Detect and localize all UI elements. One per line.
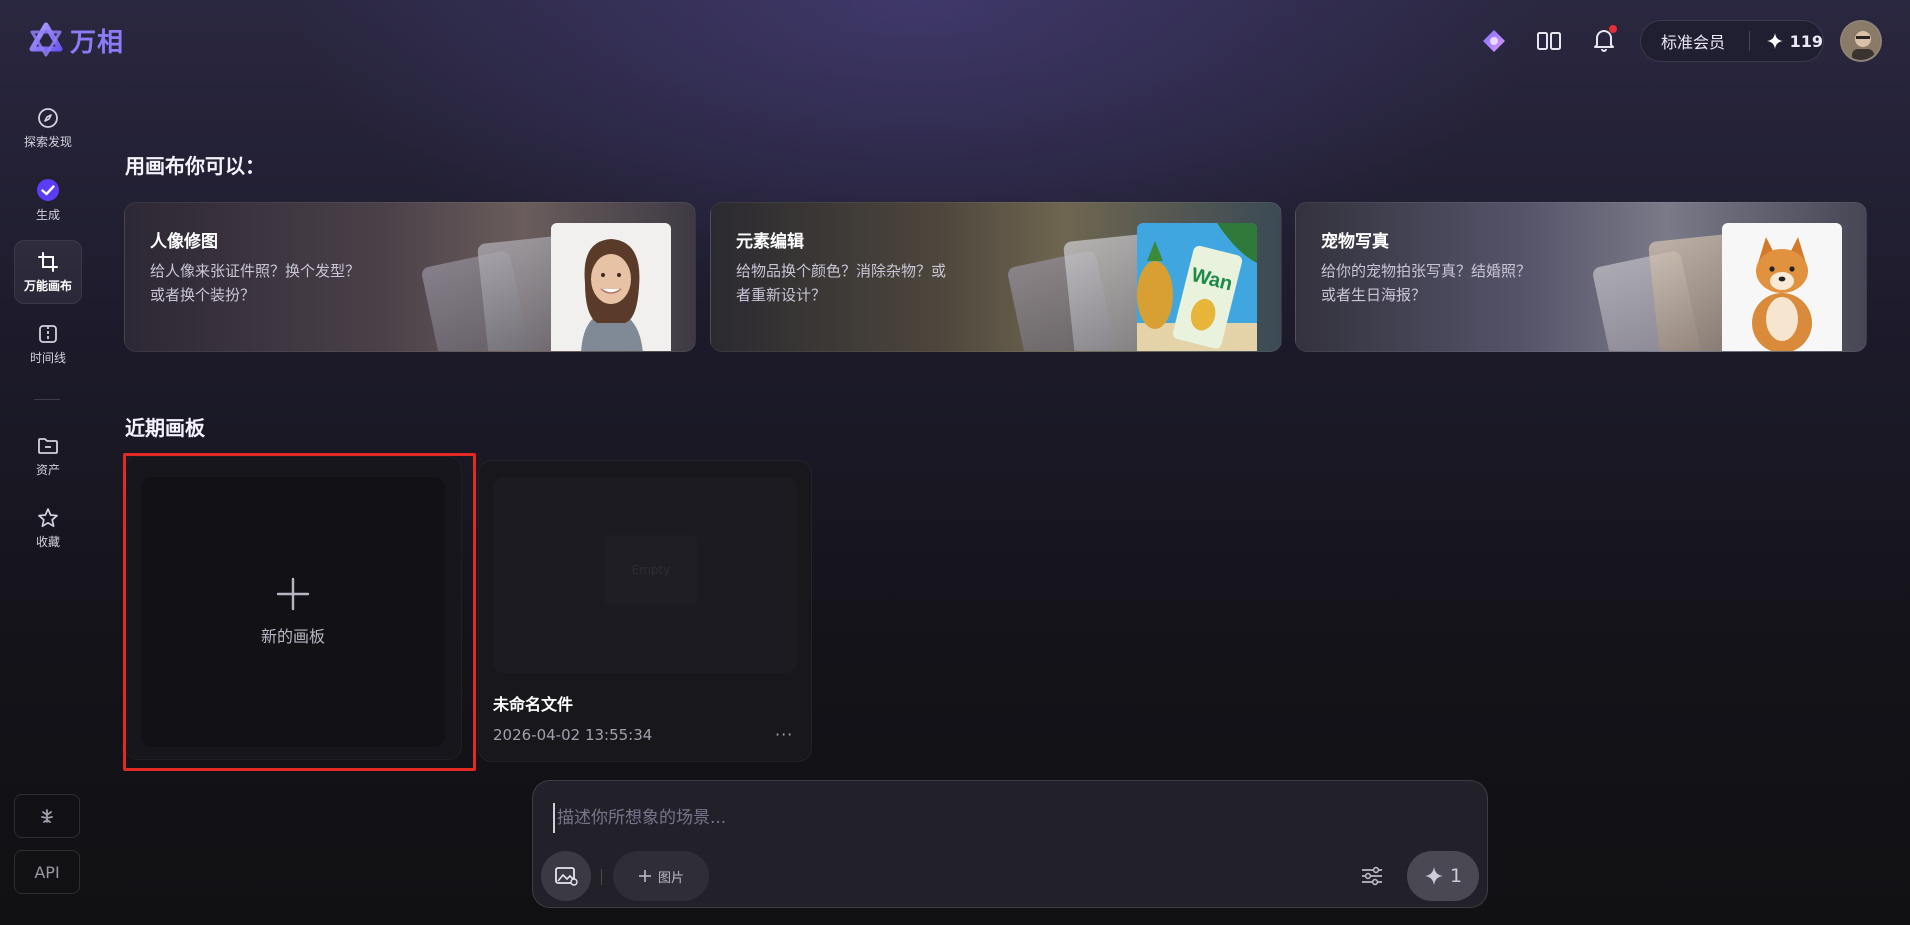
sidebar-item-label: 探索发现 [23,134,72,149]
app-name: 万相 [70,27,125,58]
points-count: 119 [1789,31,1823,51]
app-switch-button[interactable] [1477,24,1511,58]
sidebar-item-label: 万能画布 [23,278,72,293]
more-options-button[interactable]: ··· [775,725,793,744]
feature-card-desc-line: 或者换个装扮？ [150,286,256,304]
sidebar-divider [34,399,60,400]
feature-card-desc-line: 给物品换个颜色？消除杂物？或 [736,262,947,280]
feature-card-pet-portrait[interactable]: 宠物写真 给你的宠物拍张写真？结婚照？ 或者生日海报？ [1295,202,1867,352]
feature-card-desc: 给人像来张证件照？换个发型？ 或者换个装扮？ [150,259,390,307]
feature-card-title: 人像修图 [150,232,218,252]
add-image-label: 图片 [657,870,684,886]
generation-settings-button[interactable] [1359,863,1385,889]
board-thumbnail: Empty [493,477,797,673]
membership-badge[interactable]: 标准会员 119 [1640,20,1824,62]
user-avatar[interactable] [1840,20,1882,62]
prompt-box: 图片 1 [532,780,1488,908]
empty-folder-icon: Empty [605,535,697,605]
feature-card-desc-line: 或者生日海报？ [1321,286,1427,304]
sidebar-item-generate[interactable]: 生成 [14,168,82,232]
lobster-icon [41,809,53,823]
timeline-icon [39,324,57,343]
feature-card-desc-line: 给你的宠物拍张写真？结婚照？ [1321,262,1532,280]
plus-icon [638,870,651,882]
feature-card-portrait[interactable]: 人像修图 给人像来张证件照？换个发型？ 或者换个装扮？ [124,202,696,352]
feature-card-title: 元素编辑 [736,232,804,252]
sidebar-item-explore[interactable]: 探索发现 [14,96,82,160]
selection-highlight [123,453,476,771]
board-file-card[interactable]: Empty 未命名文件 2026-04-02 13:55:34 ··· [478,460,812,762]
sidebar-item-label: 收藏 [35,534,60,549]
portrait-photo [551,223,671,351]
add-image-button[interactable]: 图片 [613,851,709,901]
recent-boards-heading: 近期画板 [125,416,205,440]
image-edit-icon [555,867,578,886]
board-file-date: 2026-04-02 13:55:34 [493,726,653,744]
product-photo: Wan [1137,223,1257,351]
sidebar-item-label: 资产 [35,462,60,477]
canvas-icon [38,251,58,272]
membership-label: 标准会员 [1661,33,1726,52]
app-logo[interactable]: 万相 [28,22,124,58]
lobster-button[interactable] [14,794,80,838]
star-icon [38,507,58,527]
feature-card-element-edit[interactable]: Wan 元素编辑 给物品换个颜色？消除杂物？或 者重新设计？ [710,202,1282,352]
sidebar-item-timeline[interactable]: 时间线 [14,312,82,376]
compass-icon [38,107,58,128]
layout-button[interactable] [1532,24,1566,58]
api-button[interactable]: API [14,850,80,894]
logo-icon [29,22,63,57]
sidebar-item-label: 时间线 [29,350,66,365]
pet-photo [1722,223,1842,351]
notification-dot [1609,25,1617,33]
sliders-icon [1362,866,1382,886]
layout-icon [1537,32,1561,50]
notifications-button[interactable] [1587,23,1621,57]
sidebar-item-canvas[interactable]: 万能画布 [14,240,82,304]
sparkle-icon [1424,867,1443,885]
api-label: API [34,862,60,882]
feature-card-desc-line: 给人像来张证件照？换个发型？ [150,262,361,280]
sparkle-icon [1766,33,1783,49]
folder-icon [38,437,58,454]
prompt-input[interactable] [553,803,1439,833]
generate-cost: 1 [1449,865,1463,887]
image-reference-button[interactable] [541,851,591,901]
feature-card-desc: 给物品换个颜色？消除杂物？或 者重新设计？ [736,259,976,307]
prompt-divider [601,869,602,885]
sidebar-item-label: 生成 [35,207,60,222]
sidebar-item-assets[interactable]: 资产 [14,424,82,488]
app-switch-icon [1483,30,1505,52]
feature-card-title: 宠物写真 [1321,232,1389,252]
empty-thumb-text: Empty [631,563,671,577]
check-circle-icon [37,178,59,201]
generate-button[interactable]: 1 [1407,851,1479,901]
feature-card-desc-line: 者重新设计？ [736,286,827,304]
sidebar-item-favorites[interactable]: 收藏 [14,496,82,560]
board-file-name: 未命名文件 [493,695,574,714]
feature-card-desc: 给你的宠物拍张写真？结婚照？ 或者生日海报？ [1321,259,1561,307]
avatar-image [1842,22,1880,60]
canvas-section-heading: 用画布你可以： [125,154,265,178]
